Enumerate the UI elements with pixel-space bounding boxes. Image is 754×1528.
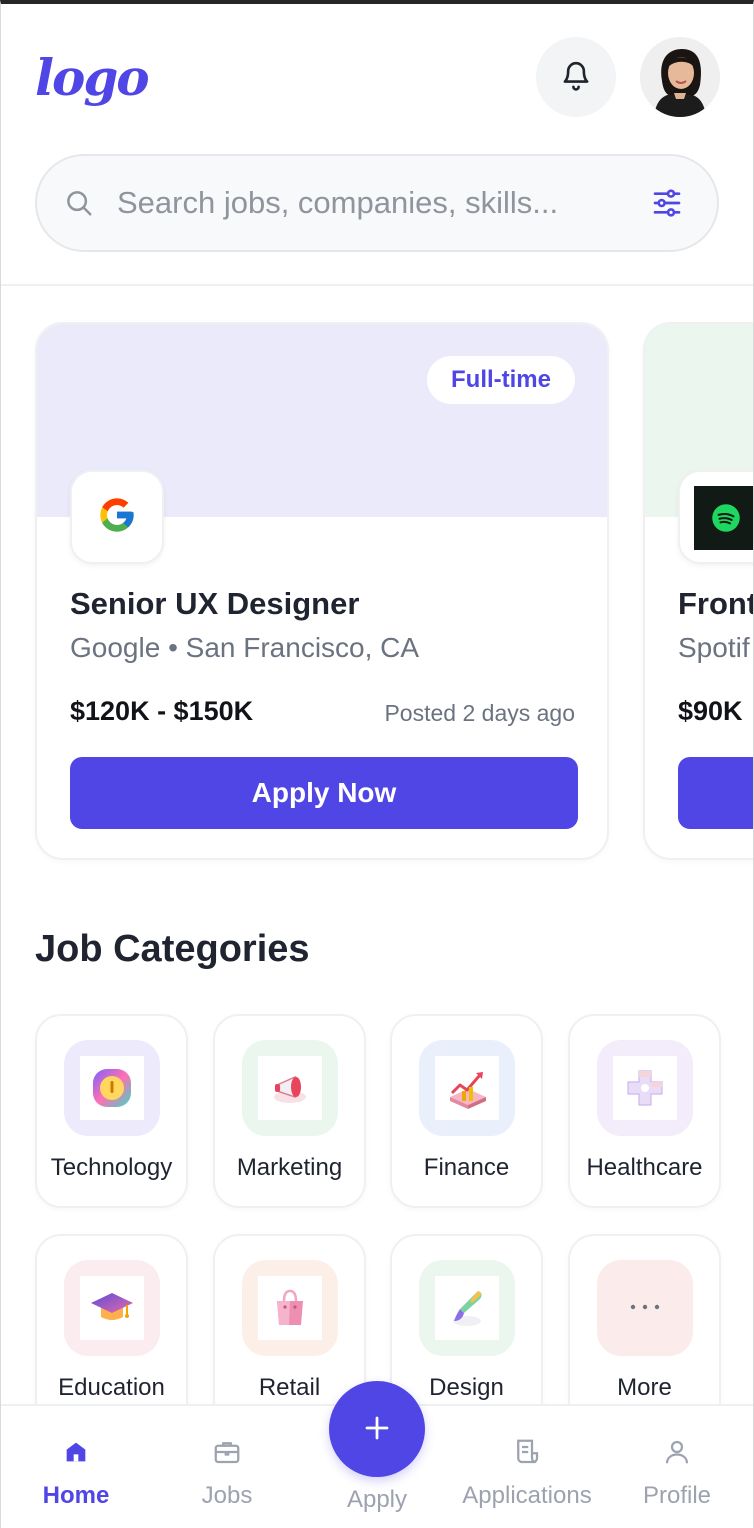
category-finance[interactable]: Finance bbox=[390, 1014, 543, 1208]
sliders-icon[interactable] bbox=[645, 181, 689, 225]
briefcase-icon bbox=[211, 1436, 243, 1468]
home-icon bbox=[60, 1436, 92, 1468]
job-posted-date: Posted 2 days ago bbox=[384, 700, 575, 726]
job-title[interactable]: Senior UX Designer bbox=[70, 586, 359, 622]
category-icon-box bbox=[64, 1260, 160, 1356]
job-salary: $120K - $150K bbox=[70, 696, 254, 726]
nav-profile[interactable]: Profile bbox=[602, 1406, 752, 1528]
category-label: Education bbox=[58, 1374, 165, 1401]
category-icon-box bbox=[419, 1040, 515, 1136]
search-icon bbox=[59, 183, 99, 223]
category-education[interactable]: Education bbox=[35, 1234, 188, 1428]
app-logo[interactable]: logo bbox=[35, 48, 150, 108]
category-label: Design bbox=[429, 1374, 504, 1401]
nav-home[interactable]: Home bbox=[1, 1406, 151, 1528]
category-label: Technology bbox=[50, 1154, 173, 1181]
job-card[interactable]: Full-time Senior UX Designer Google • Sa… bbox=[35, 322, 609, 860]
shopping-bag-icon bbox=[258, 1276, 322, 1340]
company-logo bbox=[70, 470, 164, 564]
job-card[interactable]: Front Spotif $90K bbox=[643, 322, 753, 860]
category-healthcare[interactable]: Healthcare bbox=[568, 1014, 721, 1208]
job-company-location: Google • San Francisco, CA bbox=[70, 632, 420, 663]
nav-jobs[interactable]: Jobs bbox=[152, 1406, 302, 1528]
nav-label: Profile bbox=[642, 1482, 712, 1509]
nav-label: Jobs bbox=[201, 1482, 253, 1509]
job-salary: $90K bbox=[678, 696, 743, 726]
chart-up-icon bbox=[435, 1056, 499, 1120]
category-icon-box bbox=[597, 1040, 693, 1136]
nav-label: Home bbox=[42, 1482, 110, 1509]
plus-icon bbox=[362, 1404, 392, 1454]
spotify-logo-icon bbox=[694, 486, 753, 550]
job-company-location: Spotif bbox=[678, 632, 750, 663]
category-label: More bbox=[617, 1374, 672, 1401]
notifications-button[interactable] bbox=[536, 37, 616, 117]
search-input[interactable] bbox=[117, 173, 645, 233]
apply-now-button[interactable]: Apply Now bbox=[70, 757, 578, 829]
app-screen: logo Search jobs, companies, skills... F… bbox=[0, 0, 754, 1528]
medical-cross-icon bbox=[613, 1056, 677, 1120]
nav-label: Applications bbox=[462, 1482, 592, 1509]
graduation-cap-icon bbox=[80, 1276, 144, 1340]
category-more[interactable]: More bbox=[568, 1234, 721, 1428]
category-label: Finance bbox=[423, 1154, 510, 1181]
avatar[interactable] bbox=[640, 37, 720, 117]
user-icon bbox=[661, 1436, 693, 1468]
section-title-job-categories: Job Categories bbox=[35, 928, 310, 970]
category-icon-box bbox=[419, 1260, 515, 1356]
google-logo-icon bbox=[97, 495, 137, 540]
apply-now-button[interactable] bbox=[678, 757, 753, 829]
more-dots-icon bbox=[625, 1299, 665, 1317]
category-icon-box bbox=[242, 1260, 338, 1356]
job-title[interactable]: Front bbox=[678, 586, 753, 622]
nav-apply-label: Apply bbox=[346, 1486, 408, 1513]
category-icon-box bbox=[64, 1040, 160, 1136]
category-label: Marketing bbox=[236, 1154, 343, 1181]
company-logo bbox=[678, 470, 753, 564]
category-label: Healthcare bbox=[586, 1154, 703, 1181]
nav-applications[interactable]: Applications bbox=[452, 1406, 602, 1528]
document-icon bbox=[511, 1436, 543, 1468]
category-icon-box bbox=[242, 1040, 338, 1136]
category-marketing[interactable]: Marketing bbox=[213, 1014, 366, 1208]
megaphone-icon bbox=[258, 1056, 322, 1120]
bell-icon bbox=[560, 58, 592, 97]
paintbrush-icon bbox=[435, 1276, 499, 1340]
job-type-badge: Full-time bbox=[427, 356, 575, 404]
technology-icon bbox=[80, 1056, 144, 1120]
header-divider bbox=[1, 284, 753, 286]
apply-fab-button[interactable] bbox=[329, 1381, 425, 1477]
search-bar bbox=[35, 154, 719, 252]
category-technology[interactable]: Technology bbox=[35, 1014, 188, 1208]
category-icon-box bbox=[597, 1260, 693, 1356]
